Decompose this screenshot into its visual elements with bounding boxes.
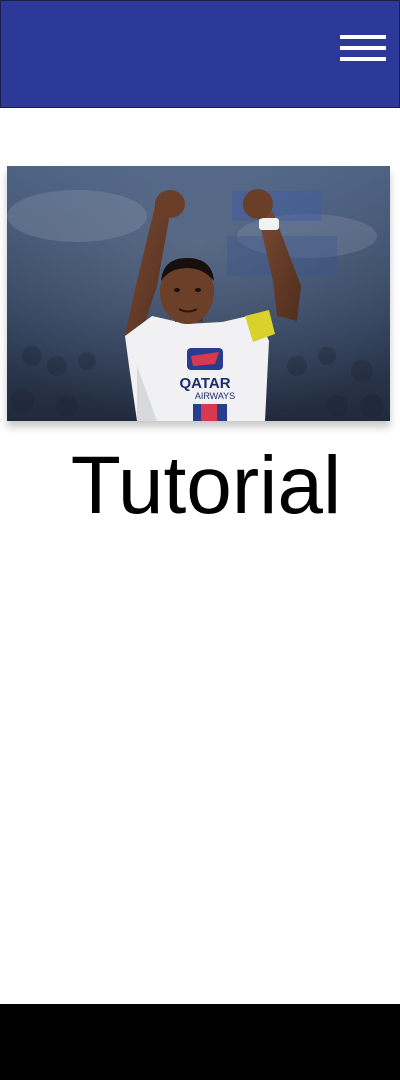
menu-bar-top: [340, 35, 386, 39]
player-photo: QATAR AIRWAYS: [7, 166, 390, 421]
menu-bar-middle: [340, 46, 386, 50]
top-navbar: [0, 0, 400, 108]
menu-bar-bottom: [340, 57, 386, 61]
hero-image: QATAR AIRWAYS: [7, 166, 390, 421]
hamburger-menu-icon[interactable]: [340, 35, 388, 65]
app-page: QATAR AIRWAYS Tutorial: [0, 0, 400, 1080]
page-title: Tutorial: [70, 440, 342, 531]
svg-text:AIRWAYS: AIRWAYS: [195, 391, 235, 401]
bottom-bar: [0, 1004, 400, 1080]
shirt-sponsor-graphic: QATAR: [179, 375, 230, 392]
